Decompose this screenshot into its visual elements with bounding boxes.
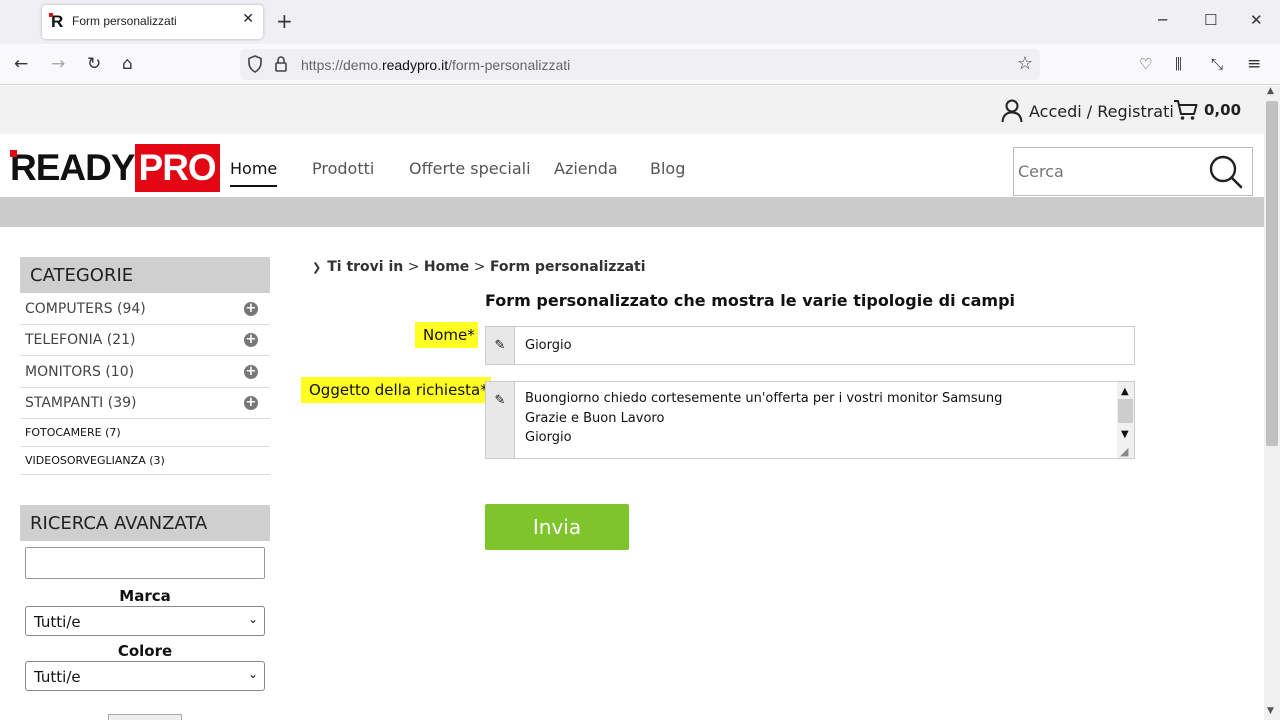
pocket-icon[interactable]: ♡ <box>1139 53 1152 75</box>
menu-icon[interactable]: ≡ <box>1247 53 1261 75</box>
category-fotocamere[interactable]: FOTOCAMERE (7) <box>20 419 270 447</box>
chevron-down-icon: ⌄ <box>247 612 258 626</box>
window-close-icon[interactable]: ✕ <box>1250 11 1263 29</box>
category-computers[interactable]: COMPUTERS (94) + <box>20 293 270 325</box>
cart-link[interactable]: 0,00 <box>1173 99 1241 121</box>
chevron-down-icon: ⌄ <box>247 667 258 681</box>
category-telefonia[interactable]: TELEFONIA (21) + <box>20 325 270 356</box>
login-link[interactable]: Accedi / Registrati <box>1001 99 1174 123</box>
brand-label: Marca <box>119 587 171 605</box>
submit-button[interactable]: Invia <box>485 504 629 550</box>
scroll-down-icon[interactable]: ▼ <box>1267 706 1274 716</box>
maximize-icon[interactable]: ☐ <box>1204 11 1217 29</box>
user-icon <box>1001 99 1023 123</box>
logo-ready-text: READY <box>10 147 136 188</box>
site-logo[interactable]: READY PRO <box>10 144 220 192</box>
expand-plus-icon[interactable]: + <box>244 364 258 379</box>
advanced-search-button[interactable] <box>108 714 182 720</box>
textarea-scrollbar[interactable]: ▲ ▼ ◢ <box>1117 382 1134 458</box>
menu-item-home[interactable]: Home <box>230 159 278 187</box>
textarea-scroll-thumb[interactable] <box>1118 399 1133 423</box>
browser-tab[interactable]: R Form personalizzati ✕ <box>42 5 263 39</box>
expand-plus-icon[interactable]: + <box>244 301 258 316</box>
name-field[interactable]: Giorgio <box>514 326 1135 365</box>
breadcrumb-home-link[interactable]: Home <box>424 259 469 275</box>
search-icon[interactable] <box>1208 154 1244 190</box>
advanced-search-title: RICERCA AVANZATA <box>20 505 270 541</box>
search-box <box>1013 147 1253 196</box>
form-title: Form personalizzato che mostra le varie … <box>485 291 1016 310</box>
category-videosorveglianza[interactable]: VIDEOSORVEGLIANZA (3) <box>20 447 270 475</box>
bookmark-star-icon[interactable]: ☆ <box>1017 53 1033 74</box>
name-label: Nome* <box>415 322 478 348</box>
back-icon[interactable]: ← <box>14 53 28 75</box>
menu-item-azienda[interactable]: Azienda <box>554 159 618 178</box>
advanced-search-input[interactable] <box>25 547 265 579</box>
page-scrollbar[interactable]: ▲ ▼ <box>1264 86 1280 720</box>
top-utility-bar: Accedi / Registrati 0,00 <box>0 86 1264 134</box>
site-header: READY PRO Home Prodotti Offerte speciali… <box>0 134 1264 196</box>
expand-plus-icon[interactable]: + <box>244 333 258 347</box>
url-text: https://demo.readypro.it/form-personaliz… <box>301 57 571 73</box>
reload-icon[interactable]: ↻ <box>87 53 101 75</box>
scroll-up-icon[interactable]: ▲ <box>1267 86 1274 96</box>
expand-plus-icon[interactable]: + <box>244 396 258 410</box>
minimize-icon[interactable]: ─ <box>1158 11 1167 29</box>
color-label: Colore <box>117 642 173 660</box>
logo-pro-text: PRO <box>134 144 220 192</box>
forward-icon[interactable]: → <box>51 53 65 75</box>
library-icon[interactable]: ⫼ <box>1175 53 1182 75</box>
cart-icon <box>1174 100 1198 120</box>
login-label: Accedi / Registrati <box>1029 101 1174 121</box>
tab-close-icon[interactable]: ✕ <box>242 11 254 27</box>
breadcrumb: ❯ Ti trovi in > Home > Form personalizzat… <box>312 259 646 275</box>
pencil-icon: ✎ <box>485 326 515 365</box>
tab-title: Form personalizzati <box>72 14 177 28</box>
site-favicon-icon: R <box>49 12 69 32</box>
search-input[interactable] <box>1018 162 1198 181</box>
extensions-icon[interactable]: ⤡ <box>1211 53 1223 75</box>
categories-title: CATEGORIE <box>20 257 270 293</box>
category-stampanti[interactable]: STAMPANTI (39) + <box>20 388 270 419</box>
address-bar[interactable]: https://demo.readypro.it/form-personaliz… <box>240 49 1040 80</box>
message-label: Oggetto della richiesta* <box>301 377 491 403</box>
browser-tab-bar: R Form personalizzati ✕ + ─ ☐ ✕ <box>0 0 1280 44</box>
menu-item-offerte[interactable]: Offerte speciali <box>409 159 531 178</box>
brand-select[interactable]: Tutti/e ⌄ <box>25 606 265 636</box>
web-page: Accedi / Registrati 0,00 READY PRO Home … <box>0 86 1264 720</box>
header-divider-bar <box>0 197 1264 227</box>
lock-icon[interactable] <box>274 55 288 73</box>
resize-handle-icon[interactable]: ◢ <box>1120 442 1128 462</box>
message-textarea[interactable]: Buongiorno chiedo cortesemente un'offert… <box>514 381 1135 459</box>
home-icon[interactable]: ⌂ <box>122 53 133 75</box>
breadcrumb-current: Form personalizzati <box>489 259 646 275</box>
page-scroll-thumb[interactable] <box>1266 101 1278 446</box>
pencil-icon: ✎ <box>485 381 515 459</box>
cart-total: 0,00 <box>1204 101 1242 119</box>
breadcrumb-chevron-icon: ❯ <box>312 261 322 274</box>
menu-item-blog[interactable]: Blog <box>650 159 685 178</box>
color-select[interactable]: Tutti/e ⌄ <box>25 661 265 691</box>
new-tab-icon[interactable]: + <box>276 9 293 33</box>
tracking-shield-icon[interactable] <box>247 55 263 73</box>
category-monitors[interactable]: MONITORS (10) + <box>20 356 270 388</box>
menu-item-prodotti[interactable]: Prodotti <box>312 159 374 178</box>
